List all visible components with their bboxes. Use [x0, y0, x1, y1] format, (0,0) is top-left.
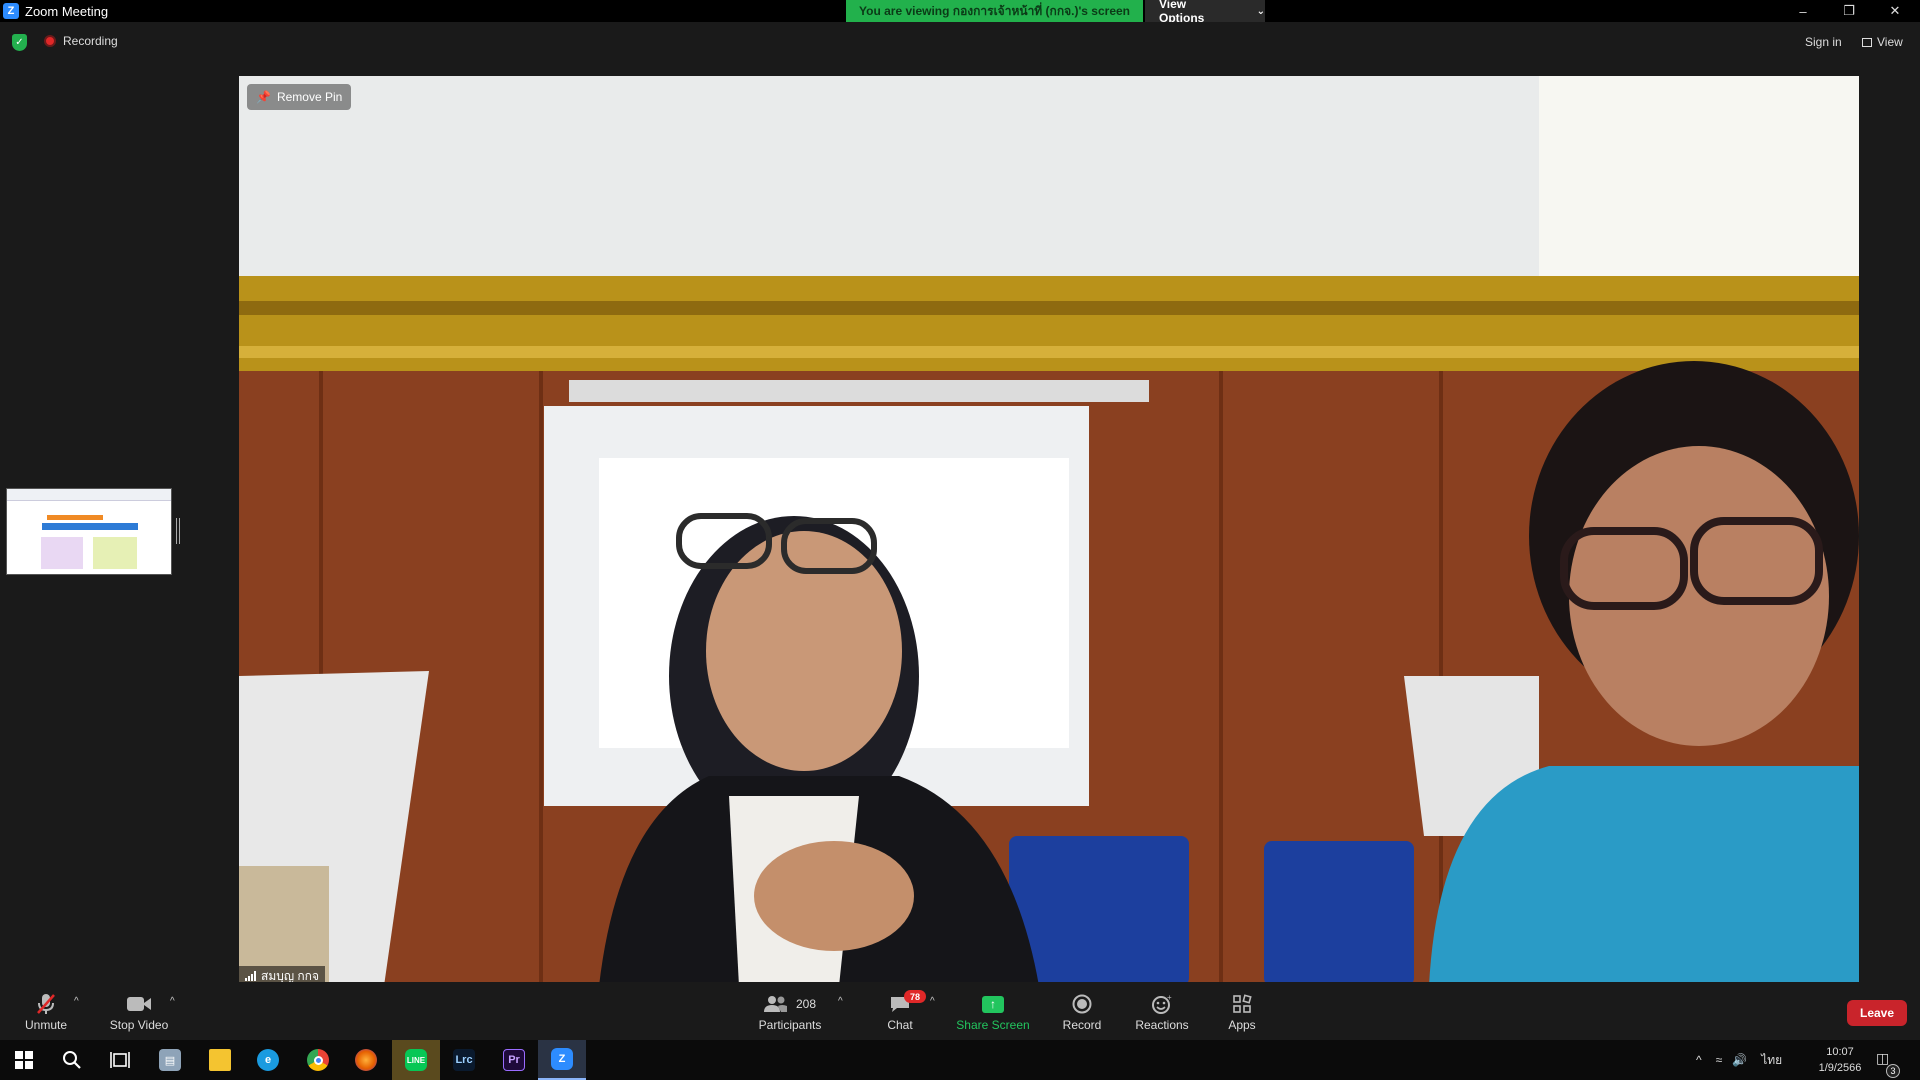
- reactions-smiley-icon: +: [1151, 992, 1173, 1016]
- taskbar-edge[interactable]: e: [244, 1040, 292, 1080]
- system-tray: ^ ≈ 🔊 ไทย: [1696, 1040, 1782, 1080]
- participants-button[interactable]: 208 Participants: [756, 982, 824, 1040]
- stop-video-button[interactable]: Stop Video: [106, 982, 172, 1040]
- task-view-button[interactable]: [96, 1040, 144, 1080]
- taskbar-file-explorer[interactable]: [196, 1040, 244, 1080]
- search-button[interactable]: [48, 1040, 96, 1080]
- shared-screen-thumbnail[interactable]: [6, 488, 172, 575]
- participants-count: 208: [795, 997, 817, 1011]
- microphone-muted-icon: [36, 992, 56, 1016]
- thumbnail-resize-handle[interactable]: [176, 518, 180, 544]
- record-button[interactable]: Record: [1062, 982, 1102, 1040]
- close-button[interactable]: ✕: [1872, 0, 1918, 22]
- zoom-logo-icon: Z: [3, 3, 19, 19]
- premiere-pro-icon: Pr: [503, 1049, 525, 1071]
- layout-icon: [1862, 37, 1872, 47]
- thumbnail-left-block: [41, 537, 83, 569]
- show-hidden-icons-chevron-icon[interactable]: ^: [1696, 1053, 1702, 1067]
- pin-icon: 📌: [256, 90, 271, 104]
- taskbar-firefox[interactable]: [342, 1040, 390, 1080]
- firefox-browser-icon: [355, 1049, 377, 1071]
- view-button[interactable]: View: [1862, 35, 1903, 49]
- reactions-button[interactable]: + Reactions: [1134, 982, 1190, 1040]
- view-label: View: [1877, 35, 1903, 49]
- audio-options-caret-icon[interactable]: ^: [74, 996, 79, 1007]
- pinned-video: 📌 Remove Pin สมบุญ กกจ: [239, 76, 1859, 986]
- unmute-button[interactable]: Unmute: [22, 982, 70, 1040]
- edge-browser-icon: e: [257, 1049, 279, 1071]
- share-screen-button[interactable]: ↑ Share Screen: [956, 982, 1030, 1040]
- recording-indicator[interactable]: Recording: [44, 34, 118, 48]
- windows-taskbar: ▤ e LINE Lrc Pr Z ^ ≈ 🔊 ไทย 10:07 1/9/25…: [0, 1040, 1920, 1080]
- security-shield-icon[interactable]: ✓: [12, 34, 27, 51]
- participants-icon: 208: [763, 992, 817, 1016]
- recording-dot-icon: [44, 35, 56, 47]
- thumbnail-heading-bar: [42, 523, 138, 530]
- apps-button[interactable]: Apps: [1222, 982, 1262, 1040]
- minimize-button[interactable]: –: [1780, 0, 1826, 22]
- remove-pin-label: Remove Pin: [276, 90, 343, 104]
- apps-icon: [1232, 992, 1252, 1016]
- apps-label: Apps: [1228, 1018, 1256, 1032]
- record-icon: [1072, 992, 1092, 1016]
- chat-label: Chat: [887, 1018, 913, 1032]
- line-app-icon: LINE: [405, 1049, 427, 1071]
- taskbar-lightroom-classic[interactable]: Lrc: [440, 1040, 488, 1080]
- notification-count-badge: 3: [1886, 1064, 1900, 1078]
- chat-caret-icon[interactable]: ^: [930, 996, 935, 1007]
- input-language-indicator[interactable]: ไทย: [1761, 1051, 1782, 1070]
- remove-pin-button[interactable]: 📌 Remove Pin: [247, 84, 352, 110]
- participants-caret-icon[interactable]: ^: [838, 996, 843, 1007]
- taskbar-chrome[interactable]: [294, 1040, 342, 1080]
- taskbar-clock[interactable]: 10:07 1/9/2566: [1810, 1044, 1870, 1076]
- thumbnail-toolbar: [7, 489, 171, 501]
- record-label: Record: [1062, 1018, 1102, 1032]
- notes-app-icon: ▤: [159, 1049, 181, 1071]
- participants-label: Participants: [758, 1018, 822, 1032]
- sign-in-button[interactable]: Sign in: [1805, 35, 1842, 49]
- video-camera-icon: [126, 992, 152, 1016]
- zoom-app-icon: Z: [551, 1048, 573, 1070]
- svg-text:+: +: [1167, 994, 1172, 1002]
- lightroom-classic-icon: Lrc: [453, 1049, 475, 1071]
- clock-time: 10:07: [1826, 1046, 1854, 1058]
- thumbnail-right-block: [93, 537, 137, 569]
- wifi-icon[interactable]: ≈: [1716, 1053, 1723, 1067]
- signal-strength-icon: [245, 971, 257, 981]
- view-options-button[interactable]: View Options ⌄: [1145, 0, 1265, 25]
- chevron-down-icon: ⌄: [1256, 5, 1265, 17]
- unmute-label: Unmute: [24, 1018, 68, 1032]
- volume-icon[interactable]: 🔊: [1732, 1053, 1747, 1067]
- search-icon: [63, 1051, 81, 1069]
- folder-icon: [209, 1049, 231, 1071]
- share-screen-label: Share Screen: [956, 1018, 1030, 1032]
- recording-label: Recording: [63, 34, 118, 48]
- meeting-control-bar: Unmute ^ Stop Video ^ 208 Participants ^…: [0, 982, 1920, 1040]
- taskbar-premiere-pro[interactable]: Pr: [490, 1040, 538, 1080]
- thumbnail-title-bar: [47, 515, 103, 520]
- chrome-browser-icon: [307, 1049, 329, 1071]
- window-title: Zoom Meeting: [25, 3, 109, 19]
- taskbar-zoom[interactable]: Z: [538, 1040, 586, 1080]
- taskbar-line[interactable]: LINE: [392, 1040, 440, 1080]
- reactions-label: Reactions: [1135, 1018, 1189, 1032]
- restore-button[interactable]: ❐: [1826, 0, 1872, 22]
- stop-video-label: Stop Video: [109, 1018, 169, 1032]
- clock-date: 1/9/2566: [1818, 1062, 1862, 1074]
- task-view-icon: [110, 1052, 130, 1068]
- viewing-screen-banner: You are viewing กองการเจ้าหน้าที่ (กกจ.)…: [846, 0, 1143, 22]
- video-options-caret-icon[interactable]: ^: [170, 996, 175, 1007]
- video-frame-image: [239, 76, 1859, 986]
- meeting-status-bar: ✓ Recording Sign in View: [0, 22, 1920, 64]
- chat-unread-badge: 78: [904, 990, 926, 1003]
- windows-logo-icon: [15, 1051, 33, 1069]
- windows-start-button[interactable]: [0, 1040, 48, 1080]
- leave-button[interactable]: Leave: [1847, 1000, 1907, 1026]
- taskbar-notes-app[interactable]: ▤: [146, 1040, 194, 1080]
- share-screen-icon: ↑: [982, 992, 1004, 1016]
- title-bar: Z Zoom Meeting You are viewing กองการเจ้…: [0, 0, 1920, 25]
